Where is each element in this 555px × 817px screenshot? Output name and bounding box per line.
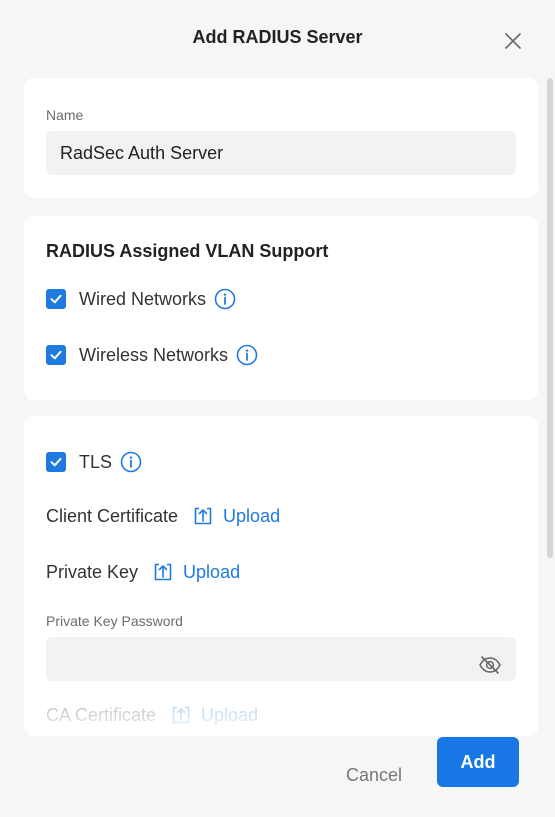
scrollbar[interactable] [547,78,553,558]
cancel-button[interactable]: Cancel [330,750,418,800]
client-certificate-label: Client Certificate [46,505,179,526]
add-radius-server-dialog: Add RADIUS Server Name RadSec Auth Serve… [0,0,555,817]
tls-row: TLS [46,451,142,473]
private-key-password-input[interactable] [46,637,516,681]
ca-certificate-upload-label: Upload [201,704,259,725]
ca-certificate-row: CA Certificate Upload [46,704,258,726]
upload-icon [172,706,190,724]
wireless-networks-label: Wireless Networks [79,344,229,365]
tls-card: TLS Client Certificate Upload Private Ke… [24,416,538,736]
info-icon[interactable] [236,344,258,366]
name-input[interactable]: RadSec Auth Server [46,131,516,175]
ca-certificate-upload-button[interactable]: Upload [170,704,258,726]
tls-checkbox[interactable] [46,452,66,472]
upload-icon [194,507,212,525]
vlan-support-card: RADIUS Assigned VLAN Support Wired Netwo… [24,216,538,400]
info-icon[interactable] [120,451,142,473]
vlan-section-title: RADIUS Assigned VLAN Support [46,241,329,261]
dialog-title: Add RADIUS Server [192,27,363,47]
private-key-upload-button[interactable]: Upload [152,561,240,583]
private-key-row: Private Key Upload [46,561,240,583]
client-certificate-row: Client Certificate Upload [46,505,280,527]
private-key-password-label: Private Key Password [46,613,183,629]
client-certificate-upload-button[interactable]: Upload [192,505,280,527]
upload-icon [154,563,172,581]
add-button[interactable]: Add [437,737,519,787]
ca-certificate-label: CA Certificate [46,704,157,725]
close-icon[interactable] [503,31,523,51]
private-key-label: Private Key [46,561,139,582]
tls-label: TLS [79,451,113,472]
wired-networks-label: Wired Networks [79,288,207,309]
eye-off-icon[interactable] [478,648,502,674]
name-label: Name [46,107,84,123]
wired-networks-row: Wired Networks [46,288,236,310]
name-card: Name RadSec Auth Server [24,78,538,198]
private-key-upload-label: Upload [183,561,241,582]
wireless-networks-checkbox[interactable] [46,345,66,365]
wired-networks-checkbox[interactable] [46,289,66,309]
client-certificate-upload-label: Upload [223,505,281,526]
info-icon[interactable] [214,288,236,310]
dialog-footer: Cancel Add [0,736,555,817]
wireless-networks-row: Wireless Networks [46,344,258,366]
